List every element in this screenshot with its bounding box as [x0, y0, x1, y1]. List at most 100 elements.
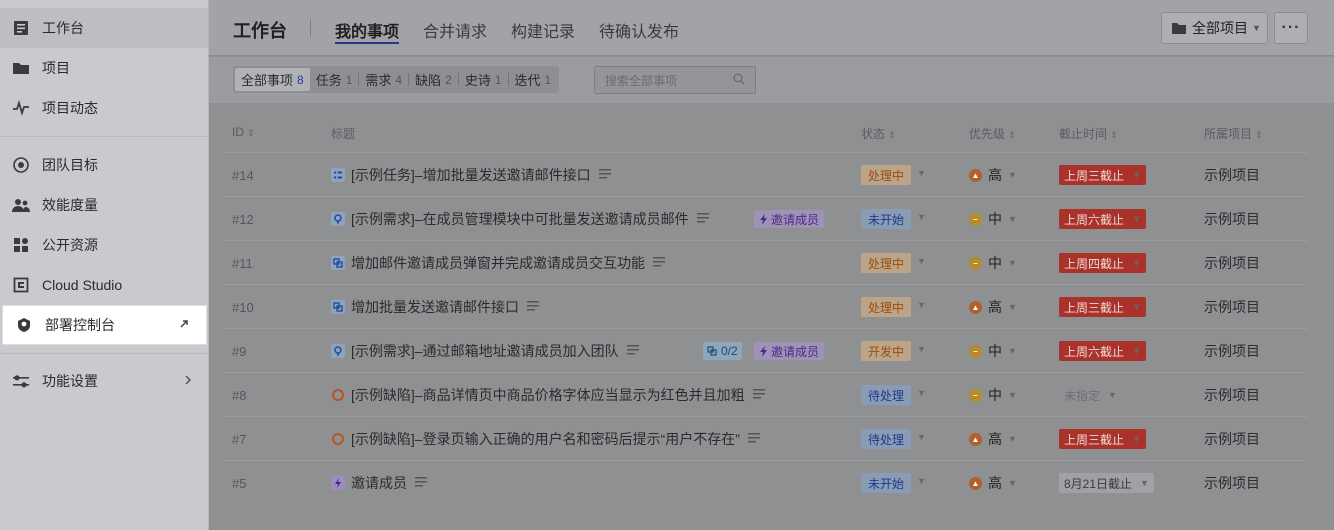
priority-label: 高	[988, 475, 1002, 491]
issue-title[interactable]: [示例需求]–通过邮箱地址邀请成员加入团队	[351, 341, 619, 361]
filter-task[interactable]: 任务 1	[310, 68, 359, 91]
chevron-down-icon[interactable]: ▼	[917, 168, 926, 178]
table-row[interactable]: #12 [示例需求]–在成员管理模块中可批量发送邀请成员邮件 邀请成员 未开始 ▼ – 中 ▼…	[223, 196, 1308, 240]
chevron-down-icon[interactable]: ▼	[917, 300, 926, 310]
project-name[interactable]: 示例项目	[1204, 153, 1260, 197]
tab-my-items[interactable]: 我的事项	[335, 18, 399, 42]
description-icon	[747, 432, 760, 446]
sidebar-item-resources[interactable]: 公开资源	[0, 225, 208, 265]
filter-requirement[interactable]: 需求 4	[359, 68, 408, 91]
table-row[interactable]: #7 [示例缺陷]–登录页输入正确的用户名和密码后提示“用户不存在” 待处理 ▼ ▲ 高 ▼…	[223, 416, 1308, 460]
sidebar-item-workbench[interactable]: 工作台	[0, 8, 208, 48]
issue-title[interactable]: [示例任务]–增加批量发送邀请邮件接口	[351, 165, 591, 185]
due-date-label: 上周三截止	[1064, 432, 1125, 447]
status-badge[interactable]: 开发中	[861, 341, 912, 361]
status-badge[interactable]: 未开始	[861, 473, 912, 493]
issue-title[interactable]: 邀请成员	[351, 473, 407, 493]
issue-title[interactable]: [示例缺陷]–登录页输入正确的用户名和密码后提示“用户不存在”	[351, 429, 740, 449]
sidebar-item-settings[interactable]: 功能设置	[0, 361, 208, 401]
project-name[interactable]: 示例项目	[1204, 417, 1260, 461]
sidebar-item-projects[interactable]: 项目	[0, 48, 208, 88]
due-date-badge[interactable]: 上周四截止 ▼	[1059, 253, 1146, 273]
due-date-badge[interactable]: 上周六截止 ▼	[1059, 209, 1146, 229]
search-input[interactable]: 搜索全部事项	[594, 66, 756, 94]
chevron-down-icon[interactable]: ▼	[917, 344, 926, 354]
priority-select[interactable]: – 中 ▼	[969, 329, 1017, 373]
project-name[interactable]: 示例项目	[1204, 241, 1260, 285]
due-date-badge[interactable]: 上周三截止 ▼	[1059, 297, 1146, 317]
sidebar-item-deploy-console[interactable]: 部署控制台	[2, 305, 207, 345]
status-badge[interactable]: 待处理	[861, 429, 912, 449]
priority-select[interactable]: ▲ 高 ▼	[969, 285, 1017, 329]
issue-title-cell[interactable]: 邀请成员	[331, 461, 427, 505]
project-name[interactable]: 示例项目	[1204, 461, 1260, 505]
table-row[interactable]: #8 [示例缺陷]–商品详情页中商品价格字体应当显示为红色并且加粗 待处理 ▼ – 中 ▼ 未…	[223, 372, 1308, 416]
filter-defect[interactable]: 缺陷 2	[409, 68, 458, 91]
more-button[interactable]: ···	[1274, 12, 1308, 44]
column-id[interactable]: ID ⇕	[232, 125, 255, 139]
column-project[interactable]: 所属项目 ⇕	[1204, 125, 1263, 142]
issue-title[interactable]: [示例需求]–在成员管理模块中可批量发送邀请成员邮件	[351, 209, 689, 229]
status-badge[interactable]: 处理中	[861, 253, 912, 273]
project-name[interactable]: 示例项目	[1204, 197, 1260, 241]
table-row[interactable]: #5 邀请成员 未开始 ▼ ▲ 高 ▼ 8月21日截止 ▼ 示例项目	[223, 460, 1308, 504]
sidebar-item-cloud-studio[interactable]: Cloud Studio	[0, 265, 208, 305]
issue-title[interactable]: [示例缺陷]–商品详情页中商品价格字体应当显示为红色并且加粗	[351, 385, 745, 405]
filter-iteration[interactable]: 迭代 1	[509, 68, 558, 91]
chevron-down-icon[interactable]: ▼	[917, 256, 926, 266]
priority-select[interactable]: – 中 ▼	[969, 373, 1017, 417]
due-date-badge[interactable]: 上周三截止 ▼	[1059, 429, 1146, 449]
tab-build-records[interactable]: 构建记录	[511, 18, 575, 42]
table-row[interactable]: #10 增加批量发送邀请邮件接口 处理中 ▼ ▲ 高 ▼ 上周三截止 ▼ 示例项目	[223, 284, 1308, 328]
table-row[interactable]: #14 [示例任务]–增加批量发送邀请邮件接口 处理中 ▼ ▲ 高 ▼ 上周三截止 ▼ 示例项目	[223, 152, 1308, 196]
chevron-down-icon[interactable]: ▼	[917, 212, 926, 222]
priority-select[interactable]: ▲ 高 ▼	[969, 461, 1017, 505]
tab-merge-requests[interactable]: 合并请求	[423, 18, 487, 42]
issue-title[interactable]: 增加邮件邀请成员弹窗并完成邀请成员交互功能	[351, 253, 645, 273]
issue-title-cell[interactable]: [示例缺陷]–登录页输入正确的用户名和密码后提示“用户不存在”	[331, 417, 760, 461]
chevron-down-icon[interactable]: ▼	[917, 388, 926, 398]
due-date-badge[interactable]: 上周六截止 ▼	[1059, 341, 1146, 361]
sidebar-item-metrics[interactable]: 效能度量	[0, 185, 208, 225]
column-due[interactable]: 截止时间 ⇕	[1059, 125, 1118, 142]
chevron-down-icon[interactable]: ▼	[917, 432, 926, 442]
priority-select[interactable]: ▲ 高 ▼	[969, 417, 1017, 461]
priority-select[interactable]: – 中 ▼	[969, 197, 1017, 241]
priority-select[interactable]: – 中 ▼	[969, 241, 1017, 285]
status-badge[interactable]: 未开始	[861, 209, 912, 229]
due-date-badge[interactable]: 未指定 ▼	[1059, 385, 1122, 405]
filter-label: 全部事项	[241, 73, 294, 88]
issue-title-cell[interactable]: [示例缺陷]–商品详情页中商品价格字体应当显示为红色并且加粗	[331, 373, 765, 417]
issue-title-cell[interactable]: [示例需求]–通过邮箱地址邀请成员加入团队	[331, 329, 639, 373]
epic-tag[interactable]: 邀请成员	[754, 342, 825, 360]
project-name[interactable]: 示例项目	[1204, 329, 1260, 373]
table-row[interactable]: #9 [示例需求]–通过邮箱地址邀请成员加入团队 0/2 邀请成员 开发中 ▼ – 中 ▼ 上周六…	[223, 328, 1308, 372]
due-date-badge[interactable]: 上周三截止 ▼	[1059, 165, 1146, 185]
due-date-badge[interactable]: 8月21日截止 ▼	[1059, 473, 1154, 493]
issue-title[interactable]: 增加批量发送邀请邮件接口	[351, 297, 519, 317]
filter-all[interactable]: 全部事项 8	[235, 68, 310, 91]
filter-epic[interactable]: 史诗 1	[459, 68, 508, 91]
status-badge[interactable]: 待处理	[861, 385, 912, 405]
subtask-progress[interactable]: 0/2	[703, 342, 742, 360]
priority-select[interactable]: ▲ 高 ▼	[969, 153, 1017, 197]
priority-icon: ▲	[969, 476, 982, 490]
issue-title-cell[interactable]: 增加邮件邀请成员弹窗并完成邀请成员交互功能	[331, 241, 665, 285]
table-row[interactable]: #11 增加邮件邀请成员弹窗并完成邀请成员交互功能 处理中 ▼ – 中 ▼ 上周四截止 ▼ 示例项…	[223, 240, 1308, 284]
project-name[interactable]: 示例项目	[1204, 285, 1260, 329]
issue-title-cell[interactable]: [示例需求]–在成员管理模块中可批量发送邀请成员邮件	[331, 197, 709, 241]
activity-icon	[12, 99, 30, 117]
epic-tag[interactable]: 邀请成员	[754, 210, 825, 228]
sidebar-item-activity[interactable]: 项目动态	[0, 88, 208, 128]
status-badge[interactable]: 处理中	[861, 297, 912, 317]
sidebar-item-team-goals[interactable]: 团队目标	[0, 145, 208, 185]
issue-title-cell[interactable]: 增加批量发送邀请邮件接口	[331, 285, 539, 329]
tab-pending-release[interactable]: 待确认发布	[599, 18, 679, 42]
chevron-down-icon[interactable]: ▼	[917, 476, 926, 486]
status-badge[interactable]: 处理中	[861, 165, 912, 185]
issue-title-cell[interactable]: [示例任务]–增加批量发送邀请邮件接口	[331, 153, 611, 197]
project-name[interactable]: 示例项目	[1204, 373, 1260, 417]
project-select[interactable]: 全部项目 ▼	[1161, 12, 1268, 44]
column-priority[interactable]: 优先级 ⇕	[969, 125, 1016, 142]
column-status[interactable]: 状态 ⇕	[861, 125, 896, 142]
